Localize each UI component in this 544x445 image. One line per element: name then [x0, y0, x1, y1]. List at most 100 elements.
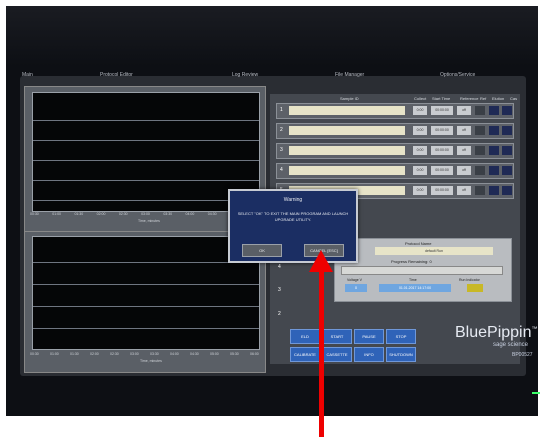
warning-dialog: Warning SELECT "OK" TO EXIT THE MAIN PRO…: [228, 189, 358, 263]
reference-field[interactable]: off: [457, 186, 471, 195]
cassette-toggle[interactable]: [502, 146, 512, 155]
collect-field[interactable]: 0:00: [413, 166, 427, 175]
top-grid-2: [33, 140, 259, 141]
tab-log-review[interactable]: Log Review: [232, 72, 258, 78]
reference-field[interactable]: off: [457, 126, 471, 135]
top-plot-x-label: Time, minutes: [138, 219, 160, 223]
col-collect: Collect: [414, 96, 427, 101]
progress-label: Progress Remaining: 0: [391, 259, 432, 264]
lane-row: 4 0:00 00:00:00 off: [276, 163, 514, 179]
x-tick-label: 01:00: [50, 352, 59, 356]
x-tick-label: 03:30: [163, 212, 173, 216]
bottom-grid-3: [33, 306, 259, 307]
eld-button[interactable]: ELD: [290, 329, 320, 344]
top-grid-1: [33, 120, 259, 121]
time-label: Time: [409, 278, 417, 282]
start-time-field[interactable]: 00:00:00: [431, 166, 453, 175]
sample-id-field[interactable]: [289, 146, 405, 155]
protocol-label: Protocol Name: [405, 241, 432, 246]
ref-toggle[interactable]: [475, 106, 485, 115]
elution-toggle[interactable]: [489, 166, 499, 175]
lane-number: 3: [280, 147, 283, 153]
x-tick-label: 02:00: [90, 352, 99, 356]
collect-field[interactable]: 0:00: [413, 106, 427, 115]
col-start: Start Time: [432, 96, 451, 101]
ref-toggle[interactable]: [475, 146, 485, 155]
x-tick-label: 00:30: [30, 352, 39, 356]
dialog-ok-button[interactable]: OK: [242, 244, 282, 257]
sample-id-field[interactable]: [289, 126, 405, 135]
dialog-message: SELECT "OK" TO EXIT THE MAIN PROGRAM AND…: [237, 211, 349, 222]
left-lane-label-b: 3: [278, 287, 281, 293]
reference-field[interactable]: off: [457, 106, 471, 115]
top-plot-area: [32, 92, 260, 212]
elution-toggle[interactable]: [489, 186, 499, 195]
ref-toggle[interactable]: [475, 186, 485, 195]
x-tick-label: 03:30: [150, 352, 159, 356]
calibrate-button[interactable]: CALIBRATE: [290, 347, 320, 362]
monitor-screen: Main Protocol Editor Log Review File Man…: [6, 6, 538, 416]
x-tick-label: 04:30: [190, 352, 199, 356]
start-time-field[interactable]: 00:00:00: [431, 186, 453, 195]
power-led: [532, 392, 540, 394]
x-tick-label: 00:30: [30, 212, 39, 216]
ref-toggle[interactable]: [475, 126, 485, 135]
x-tick-label: 01:30: [70, 352, 79, 356]
col-sample-id: Sample ID: [340, 96, 359, 101]
cassette-toggle[interactable]: [502, 166, 512, 175]
sample-id-field[interactable]: [289, 166, 405, 175]
tab-file-manager[interactable]: File Manager: [335, 72, 364, 78]
pause-button[interactable]: PAUSE: [354, 329, 384, 344]
protocol-select[interactable]: default Run: [375, 247, 493, 255]
start-button[interactable]: START: [322, 329, 352, 344]
x-tick-label: 01:00: [52, 212, 61, 216]
stop-button[interactable]: STOP: [386, 329, 416, 344]
start-time-field[interactable]: 00:00:00: [431, 146, 453, 155]
elution-toggle[interactable]: [489, 126, 499, 135]
cassette-toggle[interactable]: [502, 106, 512, 115]
top-grid-5: [33, 200, 259, 201]
top-grid-3: [33, 160, 259, 161]
collect-field[interactable]: 0:00: [413, 126, 427, 135]
tab-options-service[interactable]: Options/Service: [440, 72, 475, 78]
tab-protocol-editor[interactable]: Protocol Editor: [100, 72, 133, 78]
voltage-value: 0: [345, 284, 367, 292]
col-ref: Ref: [480, 96, 487, 101]
x-tick-label: 04:00: [170, 352, 179, 356]
info-button[interactable]: INFO: [354, 347, 384, 362]
ref-toggle[interactable]: [475, 166, 485, 175]
bottom-grid-1: [33, 262, 259, 263]
cassette-toggle[interactable]: [502, 126, 512, 135]
col-reference: Reference: [460, 96, 479, 101]
left-lane-label-a: 4: [278, 264, 281, 270]
reference-field[interactable]: off: [457, 166, 471, 175]
bottom-plot-area: [32, 236, 260, 350]
sample-id-field[interactable]: [289, 106, 405, 115]
dialog-title: Warning: [283, 197, 303, 203]
x-tick-label: 05:00: [210, 352, 219, 356]
cassette-button[interactable]: CASSETTE: [322, 347, 352, 362]
brand-name: BluePippin: [455, 324, 532, 341]
run-indicator-light: [467, 284, 483, 292]
voltage-label: Voltage V: [347, 278, 362, 282]
x-tick-label: 04:00: [185, 212, 195, 216]
collect-field[interactable]: 0:00: [413, 186, 427, 195]
bottom-grid-2: [33, 284, 259, 285]
lane-row: 1 0:00 00:00:00 off: [276, 103, 514, 119]
start-time-field[interactable]: 00:00:00: [431, 126, 453, 135]
lane-row: 2 0:00 00:00:00 off: [276, 123, 514, 139]
x-tick-label: 02:30: [110, 352, 119, 356]
start-time-field[interactable]: 00:00:00: [431, 106, 453, 115]
elution-toggle[interactable]: [489, 106, 499, 115]
left-lane-label-c: 2: [278, 311, 281, 317]
shutdown-button[interactable]: SHUTDOWN: [386, 347, 416, 362]
x-tick-label: 04:30: [207, 212, 217, 216]
cassette-toggle[interactable]: [502, 186, 512, 195]
x-tick-label: 03:00: [130, 352, 139, 356]
collect-field[interactable]: 0:00: [413, 146, 427, 155]
reference-field[interactable]: off: [457, 146, 471, 155]
lane-row: 3 0:00 00:00:00 off: [276, 143, 514, 159]
tab-main[interactable]: Main: [22, 72, 33, 78]
lane-number: 4: [280, 167, 283, 173]
elution-toggle[interactable]: [489, 146, 499, 155]
